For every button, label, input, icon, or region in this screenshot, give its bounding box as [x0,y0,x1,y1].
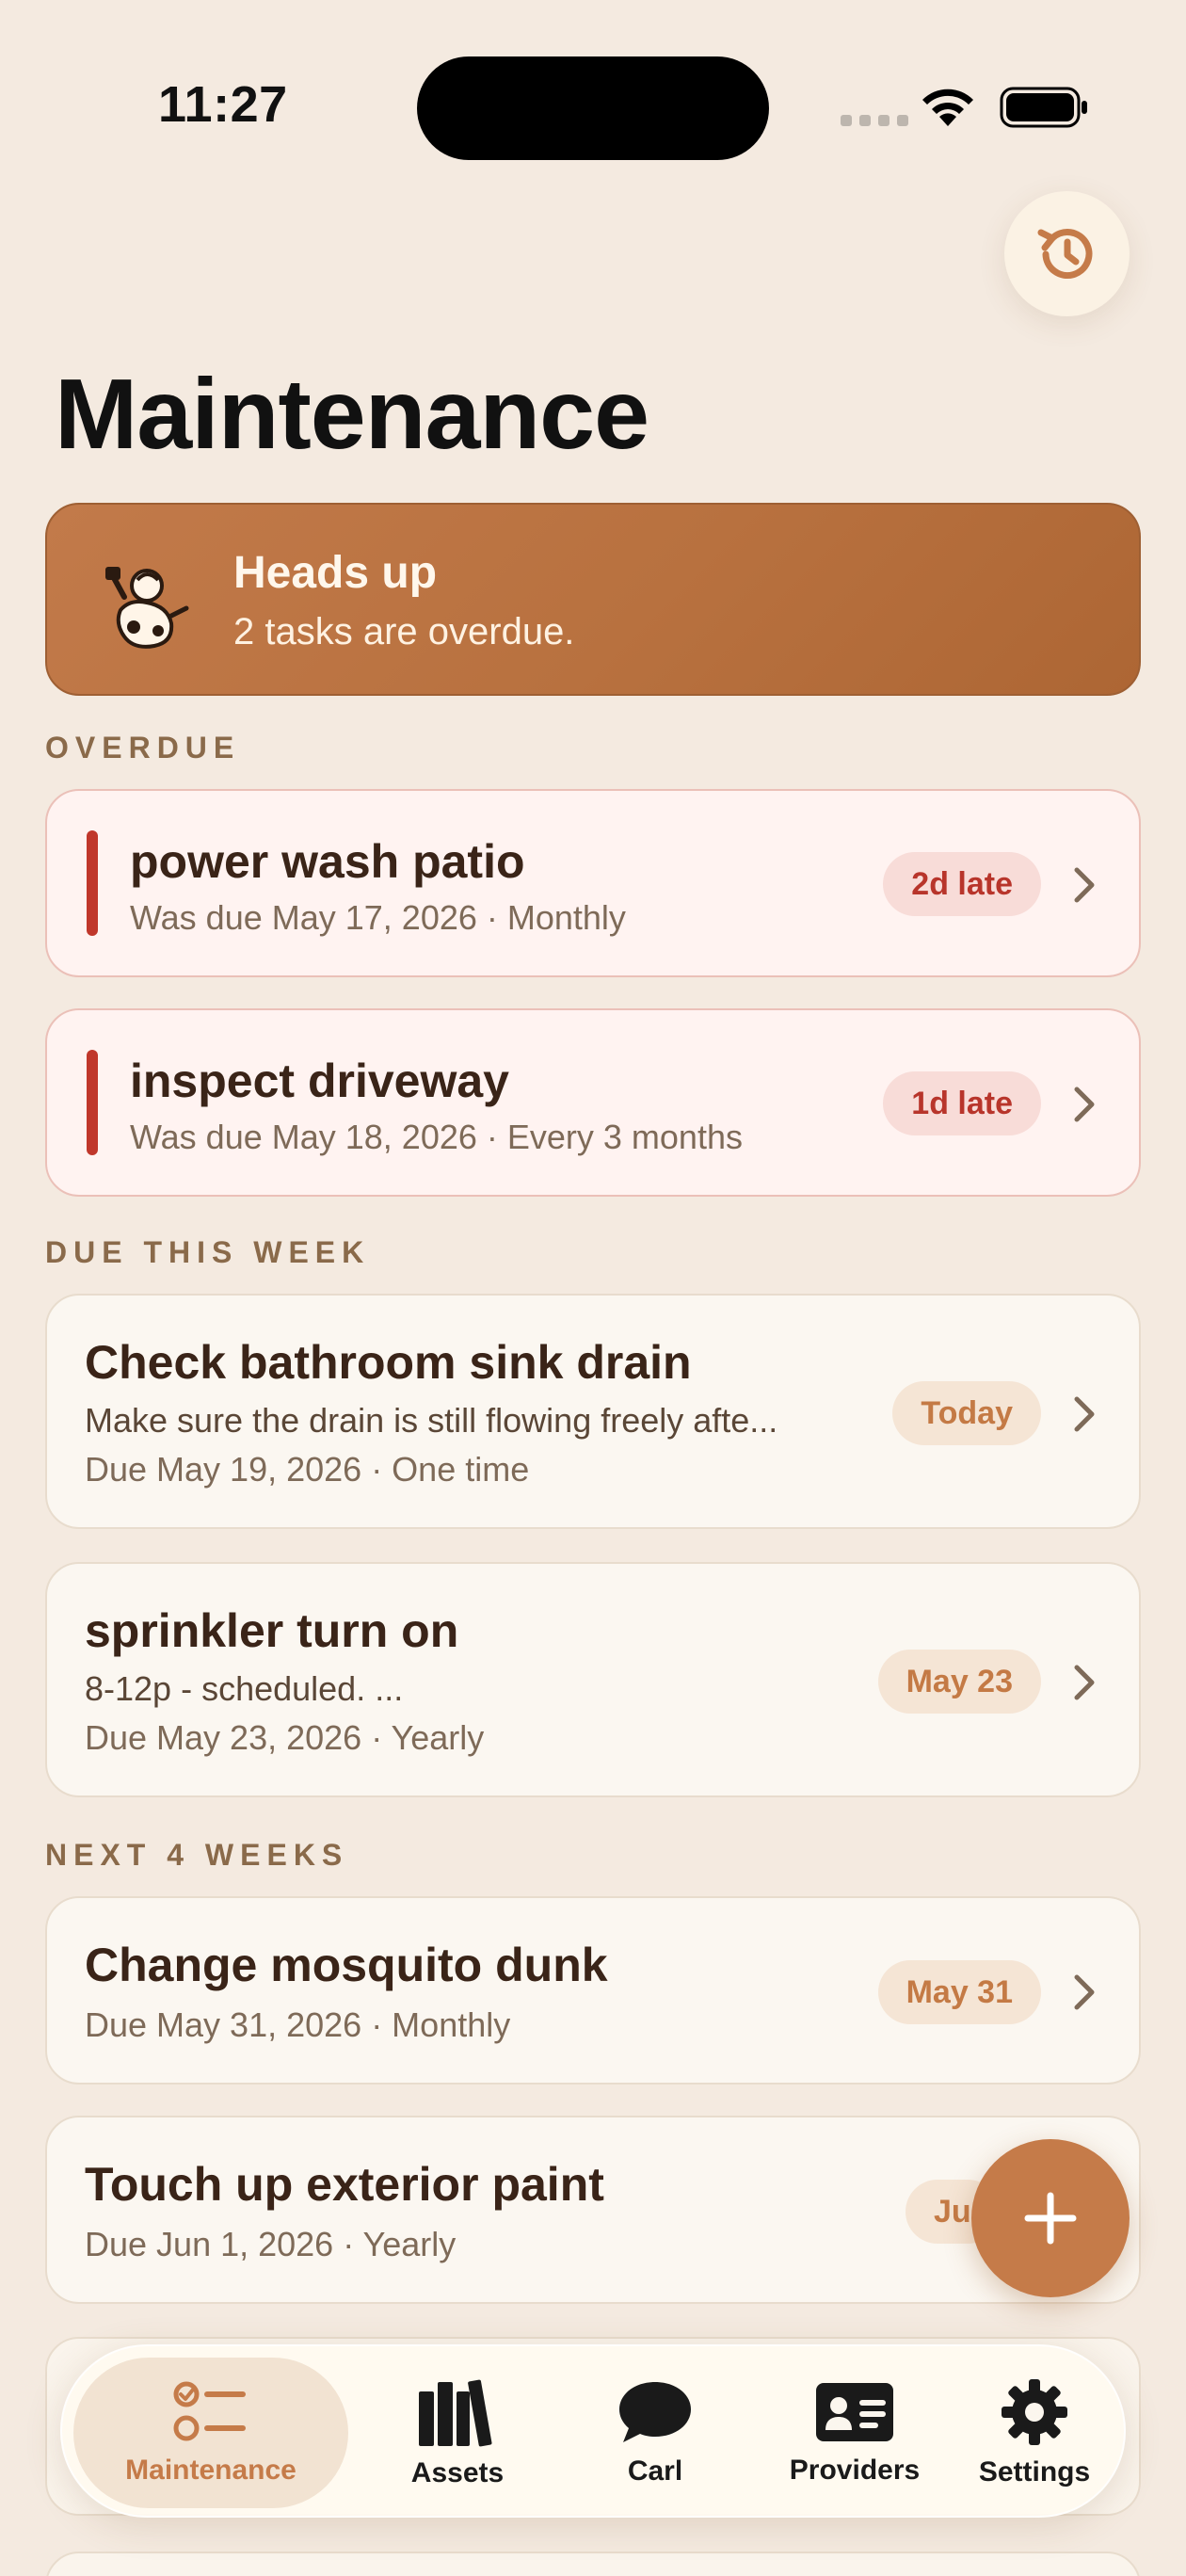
tab-label: Providers [789,2455,921,2486]
checklist-icon [173,2381,246,2441]
tab-maintenance[interactable]: Maintenance [73,2358,348,2508]
chevron-right-icon [1074,1396,1095,1432]
overdue-banner[interactable]: Heads up 2 tasks are overdue. [45,503,1141,696]
task-title: sprinkler turn on [85,1604,459,1657]
tab-label: Maintenance [125,2455,296,2486]
status-badge: 1d late [883,1071,1041,1135]
page-title: Maintenance [55,359,649,470]
section-label-due-this-week: DUE THIS WEEK [45,1235,371,1269]
tab-providers[interactable]: Providers [761,2346,949,2520]
status-badge: 2d late [883,852,1041,916]
task-card[interactable]: sprinkler turn on 8-12p - scheduled. ...… [45,1562,1141,1797]
task-title: Check bathroom sink drain [85,1336,692,1389]
dynamic-island [417,56,769,160]
chevron-right-icon [1074,1087,1095,1122]
cellular-signal-icon [841,115,908,126]
tab-bar: Maintenance Assets Carl Providers Settin… [60,2344,1126,2518]
task-card[interactable]: power wash patio Was due May 17, 2026 · … [45,789,1141,977]
tab-assets[interactable]: Assets [363,2346,552,2520]
tab-label: Carl [627,2455,683,2487]
task-title: inspect driveway [130,1055,509,1107]
chat-bubble-icon [619,2382,691,2442]
banner-subtitle: 2 tasks are overdue. [233,611,575,652]
task-due-meta: Due May 23, 2026 · Yearly [85,1718,485,1757]
tab-label: Settings [978,2456,1091,2487]
chevron-right-icon [1074,1665,1095,1700]
task-card[interactable]: Change mosquito dunk Due May 31, 2026 · … [45,1896,1141,2085]
status-badge: Today [892,1381,1041,1445]
add-task-button[interactable] [971,2139,1130,2297]
maintenance-screen: 11:27 Maintenance Heads up 2 tasks are o… [0,0,1186,2576]
tab-settings[interactable]: Settings [954,2346,1114,2520]
overdue-indicator [87,830,98,936]
task-title: power wash patio [130,835,525,888]
task-due-meta: Was due May 17, 2026 · Monthly [130,898,626,937]
handyman-illustration-icon [105,567,189,649]
task-card[interactable]: Check bathroom sink drain Make sure the … [45,1294,1141,1529]
overdue-indicator [87,1050,98,1155]
task-due-meta: Due Jun 1, 2026 · Yearly [85,2225,457,2263]
task-title: Touch up exterior paint [85,2158,604,2211]
banner-title: Heads up [233,548,438,598]
plus-icon [1024,2192,1077,2245]
task-note: 8-12p - scheduled. ... [85,1669,404,1708]
task-due-meta: Due May 19, 2026 · One time [85,1450,530,1489]
tab-carl[interactable]: Carl [561,2346,749,2520]
wifi-icon [922,89,973,126]
task-note: Make sure the drain is still flowing fre… [85,1401,778,1440]
status-time: 11:27 [158,76,288,133]
chevron-right-icon [1074,867,1095,903]
history-button[interactable] [1004,191,1130,316]
contact-card-icon [816,2383,893,2441]
task-card[interactable]: inspect driveway Was due May 18, 2026 · … [45,1008,1141,1197]
books-icon [419,2379,492,2447]
tab-label: Assets [410,2457,505,2488]
gear-icon [1002,2379,1067,2445]
task-due-meta: Was due May 18, 2026 · Every 3 months [130,1118,743,1156]
section-label-overdue: OVERDUE [45,731,241,765]
battery-icon [1000,87,1087,128]
status-badge: May 31 [877,1960,1041,2024]
history-icon [1037,228,1092,279]
task-title: Change mosquito dunk [85,1939,608,1991]
task-due-meta: Due May 31, 2026 · Monthly [85,2005,511,2044]
task-card-obscured[interactable] [45,2552,1141,2576]
status-badge: May 23 [877,1650,1041,1714]
chevron-right-icon [1074,1974,1095,2010]
section-label-next-4-weeks: NEXT 4 WEEKS [45,1838,349,1872]
